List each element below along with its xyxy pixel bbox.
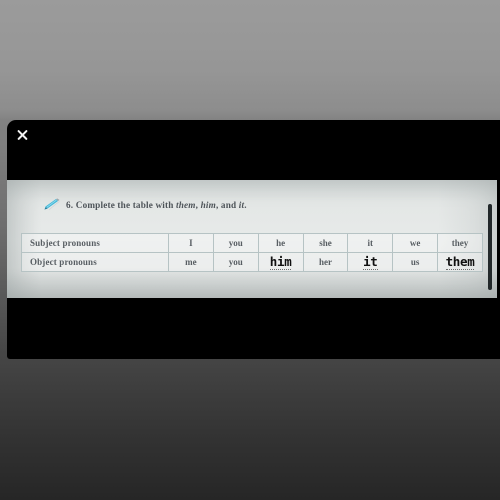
instruction-number: 6. xyxy=(66,200,74,210)
cell-object-5-answer: it xyxy=(347,252,394,272)
row-label-subject: Subject pronouns xyxy=(21,233,169,253)
instruction-word-them: them xyxy=(176,200,196,210)
close-icon xyxy=(16,129,29,142)
cell-subject-7: they xyxy=(437,233,483,253)
cell-subject-6: we xyxy=(392,233,439,253)
cell-subject-3: he xyxy=(257,233,304,253)
instruction-sep-2: , and xyxy=(215,200,237,210)
pronoun-table: Subject pronouns I you he she it we they… xyxy=(21,233,483,272)
cell-object-2: you xyxy=(212,252,259,272)
cell-subject-5: it xyxy=(347,233,394,253)
instruction-lead: Complete the table with xyxy=(75,200,174,210)
instruction-word-him: him xyxy=(200,200,216,210)
vertical-scrollbar[interactable] xyxy=(488,204,492,290)
answer-ink-him: him xyxy=(269,254,292,270)
pronoun-table-body: Subject pronouns I you he she it we they… xyxy=(21,233,483,272)
cell-subject-4: she xyxy=(302,233,349,253)
table-row: Object pronouns me you him her it us the… xyxy=(21,252,483,272)
instruction-end: . xyxy=(244,200,247,210)
cell-object-3-answer: him xyxy=(257,252,304,272)
image-viewer-screen: 6. Complete the table with them, him, an… xyxy=(0,0,500,500)
close-button[interactable] xyxy=(11,124,33,146)
photo-stage[interactable]: 6. Complete the table with them, him, an… xyxy=(7,180,500,298)
instruction-sep-1: , xyxy=(195,200,199,210)
instruction-text: 6. Complete the table with them, him, an… xyxy=(66,200,247,210)
cell-subject-2: you xyxy=(212,233,259,253)
cell-object-4: her xyxy=(302,252,349,272)
exercise-instruction: 6. Complete the table with them, him, an… xyxy=(43,198,247,212)
scrollbar-thumb[interactable] xyxy=(488,204,492,290)
answer-ink-them: them xyxy=(445,254,475,270)
cell-object-6: us xyxy=(392,252,439,272)
answer-ink-it: it xyxy=(363,254,378,270)
cell-object-7-answer: them xyxy=(437,252,483,272)
cell-object-1: me xyxy=(168,252,214,272)
row-label-object: Object pronouns xyxy=(21,252,169,272)
image-viewer-panel: 6. Complete the table with them, him, an… xyxy=(7,120,500,359)
cell-subject-1: I xyxy=(168,233,214,253)
worksheet-photo[interactable]: 6. Complete the table with them, him, an… xyxy=(7,180,497,298)
table-row: Subject pronouns I you he she it we they xyxy=(21,233,483,253)
pencil-icon xyxy=(44,198,60,211)
